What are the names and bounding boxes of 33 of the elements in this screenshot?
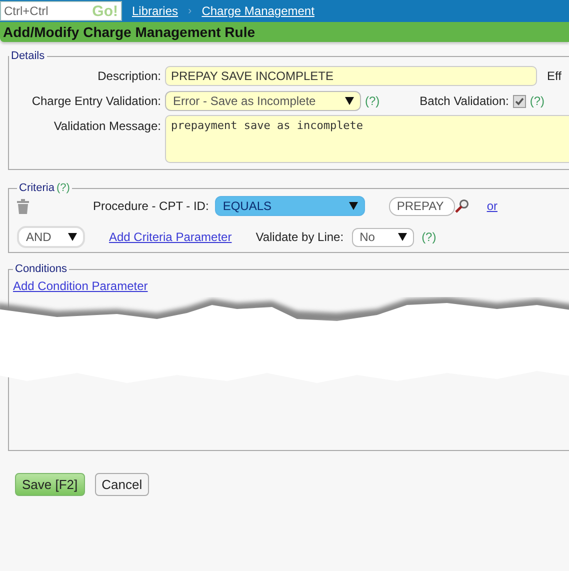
section-legend: Conditions — [15, 263, 67, 275]
cancel-button[interactable]: Cancel — [94, 473, 150, 496]
section-legend: Criteria — [19, 182, 54, 194]
validation-message-field[interactable]: prepayment save as incomplete — [165, 115, 569, 163]
search-field[interactable]: Ctrl+Ctrl Go! — [0, 1, 122, 21]
field-label: Eff — [547, 69, 562, 83]
caret-icon — [348, 202, 358, 210]
save-button[interactable]: Save [F2] — [15, 473, 85, 496]
field-label: Charge Entry Validation: — [30, 94, 161, 108]
validate-by-line-dropdown[interactable]: No — [352, 228, 414, 246]
criteria-field-label: Procedure - CPT - ID: — [93, 199, 209, 213]
joiner-dropdown[interactable]: AND — [17, 226, 85, 248]
trash-icon[interactable] — [17, 198, 29, 214]
breadcrumb-link[interactable]: Libraries — [132, 4, 178, 18]
field-label: Validation Message: — [52, 118, 161, 133]
description-field[interactable]: PREPAY SAVE INCOMPLETE — [165, 66, 537, 86]
page-title: Add/Modify Charge Management Rule — [3, 24, 256, 40]
operator-dropdown[interactable]: EQUALS — [214, 196, 365, 216]
criteria-value-field[interactable]: PREPAY — [388, 196, 455, 216]
add-condition-link[interactable]: Add Condition Parameter — [13, 279, 148, 293]
caret-icon — [398, 233, 407, 241]
field-label: Description: — [96, 69, 161, 83]
search-icon[interactable] — [454, 199, 469, 213]
validation-dropdown[interactable]: Error - Save as Incomplete — [165, 91, 361, 111]
field-label: Batch Validation: — [420, 94, 509, 108]
or-link[interactable]: or — [486, 199, 498, 213]
caret-icon — [345, 97, 354, 105]
section-legend: Details — [11, 50, 45, 62]
field-label: Validate by Line: — [256, 230, 344, 244]
caret-icon — [68, 233, 77, 241]
add-criteria-link[interactable]: Add Criteria Parameter — [109, 230, 232, 244]
breadcrumb-separator: › — [188, 5, 192, 17]
breadcrumb-link[interactable]: Charge Management — [202, 4, 314, 18]
